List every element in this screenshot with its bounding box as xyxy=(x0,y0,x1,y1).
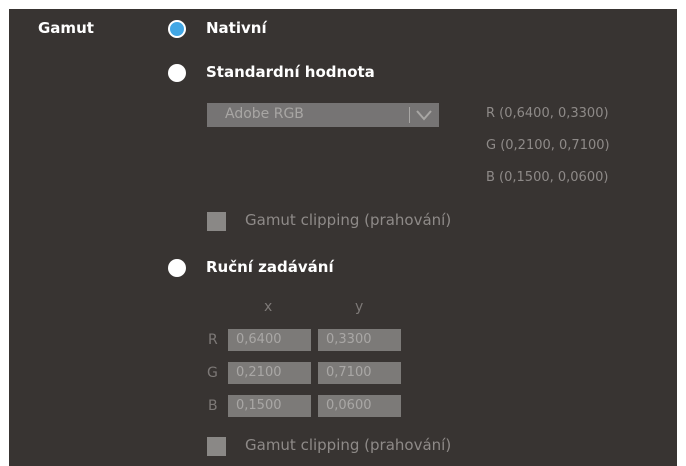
gamut-settings-panel: Gamut Nativní Standardní hodnota Adobe R… xyxy=(9,9,677,466)
manual-b-y-field[interactable]: 0,0600 xyxy=(318,395,401,417)
standard-gamut-select-value: Adobe RGB xyxy=(225,106,304,122)
radio-standard-label[interactable]: Standardní hodnota xyxy=(206,63,375,81)
standard-gamut-select[interactable]: Adobe RGB xyxy=(207,103,439,127)
manual-r-x-field[interactable]: 0,6400 xyxy=(228,329,311,351)
manual-g-y-field[interactable]: 0,7100 xyxy=(318,362,401,384)
radio-manual-label[interactable]: Ruční zadávání xyxy=(206,258,334,276)
manual-gamut-clipping-checkbox[interactable] xyxy=(207,437,226,456)
manual-gamut-clipping-label: Gamut clipping (prahování) xyxy=(245,436,452,454)
manual-row-letter-r: R xyxy=(208,332,218,348)
radio-manual[interactable] xyxy=(168,259,186,277)
standard-gamut-clipping-checkbox[interactable] xyxy=(207,212,226,231)
chevron-down-icon[interactable] xyxy=(414,107,434,123)
manual-row-letter-g: G xyxy=(207,365,218,381)
manual-b-x-field[interactable]: 0,1500 xyxy=(228,395,311,417)
manual-col-x-header: x xyxy=(264,299,273,315)
manual-r-y-field[interactable]: 0,3300 xyxy=(318,329,401,351)
radio-standard[interactable] xyxy=(168,64,186,82)
manual-col-y-header: y xyxy=(355,299,364,315)
radio-native[interactable] xyxy=(168,20,186,38)
select-separator xyxy=(409,107,410,123)
manual-g-x-field[interactable]: 0,2100 xyxy=(228,362,311,384)
standard-coord-r: R (0,6400, 0,3300) xyxy=(486,106,609,121)
gamut-section-label: Gamut xyxy=(38,19,94,37)
manual-row-letter-b: B xyxy=(208,398,218,414)
standard-gamut-clipping-label: Gamut clipping (prahování) xyxy=(245,211,452,229)
radio-native-label[interactable]: Nativní xyxy=(206,19,267,37)
standard-coord-g: G (0,2100, 0,7100) xyxy=(486,138,610,153)
standard-coord-b: B (0,1500, 0,0600) xyxy=(486,170,609,185)
